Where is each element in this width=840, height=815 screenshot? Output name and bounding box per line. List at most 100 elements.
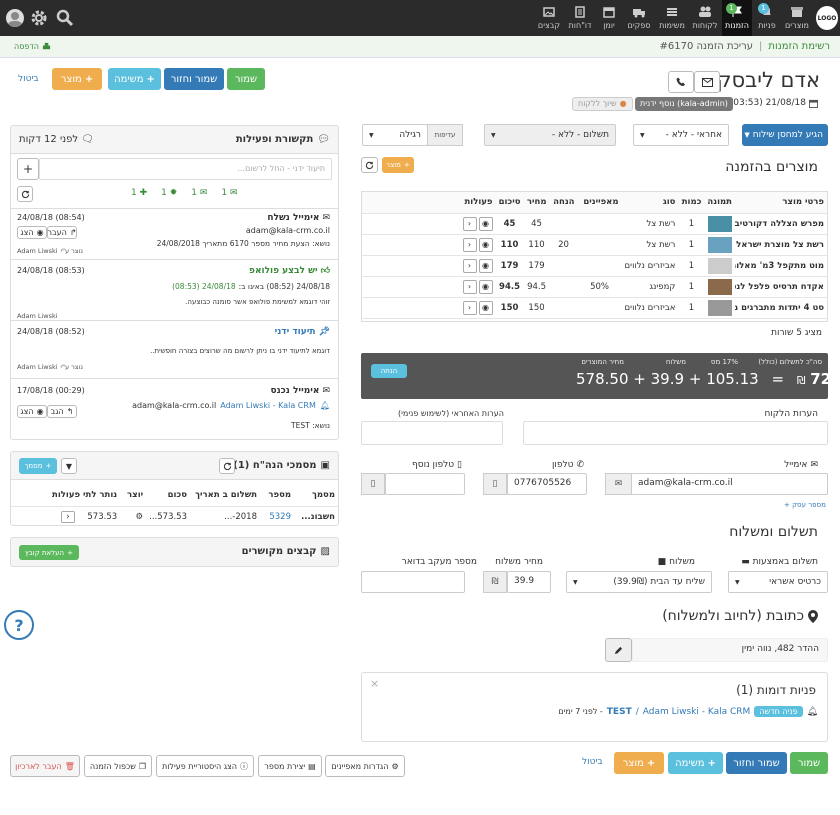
similar-link2[interactable]: TEST	[607, 707, 632, 717]
phone-button[interactable]	[668, 71, 694, 93]
add-business-number-link[interactable]: + מספר עסק	[784, 501, 826, 509]
logo[interactable]: LOGO	[816, 6, 838, 30]
filter-pin[interactable]: 1 ✚	[131, 188, 147, 198]
filter-mail-out[interactable]: 1 ✉	[221, 188, 237, 198]
tracking-input[interactable]	[361, 571, 465, 593]
trash-icon: 🗑︎	[64, 761, 75, 771]
nav-tasks[interactable]: משימות	[656, 0, 688, 36]
view-product-button[interactable]: ◉	[478, 237, 493, 252]
open-product-button[interactable]: ‹	[462, 216, 477, 231]
add-task-button-bottom[interactable]: משימה +	[668, 752, 723, 774]
address-field[interactable]: ההדר 482, נווה ימין	[632, 638, 828, 662]
ship-price-input[interactable]: 39.9	[507, 571, 551, 593]
search-icon[interactable]	[56, 9, 74, 30]
add-document-label: מסמך	[24, 462, 43, 470]
item3-from-link[interactable]: Adam Liwski - Kala CRM	[220, 401, 316, 410]
payment-method-select[interactable]: כרטיס אשראי ▼	[728, 571, 828, 593]
shipping-select[interactable]: שליח עד הבית (39.9₪) ▼	[566, 571, 712, 593]
open-product-button[interactable]: ‹	[462, 237, 477, 252]
refresh-activity-button[interactable]	[17, 186, 33, 202]
show-history-button[interactable]: הצג היסטוריית פעילות ⓘ	[156, 755, 254, 777]
payment-status-select[interactable]: תשלום - ללא - ▼	[484, 124, 616, 146]
breadcrumb-root[interactable]: רשימת הזמנות	[768, 41, 830, 52]
responsible-select[interactable]: אחראי - ללא - ▼	[633, 124, 729, 146]
assign-customer-button[interactable]: שיוך ללקוח ●	[572, 97, 633, 111]
add-note-button[interactable]: +	[17, 158, 39, 180]
archive-button[interactable]: העבר לארכיון 🗑︎	[10, 755, 80, 777]
product-thumbnail[interactable]	[708, 257, 732, 274]
product-thumbnail[interactable]	[708, 215, 732, 232]
manual-note-input[interactable]: תיעוד ידני - החל לרשום...	[39, 158, 332, 180]
add-document-button[interactable]: מסמך +	[19, 458, 57, 474]
close-icon[interactable]: ×	[370, 677, 379, 690]
cancel-link[interactable]: ביטול	[18, 74, 39, 84]
create-number-button[interactable]: יצירת מספר ▤	[258, 755, 322, 777]
product-thumbnail[interactable]	[708, 236, 732, 253]
breadcrumb: רשימת הזמנות | עריכת הזמנה #6170	[660, 41, 831, 52]
reply-button[interactable]: הגב ↰	[47, 405, 77, 418]
help-button[interactable]: ?	[4, 610, 34, 640]
cell-num[interactable]: 5329	[260, 506, 294, 525]
save-back-button-bottom[interactable]: שמור וחזור	[726, 752, 787, 774]
attrs-settings-button[interactable]: הגדרות מאפיינים ⚙	[325, 755, 405, 777]
nav-products[interactable]: מוצרים	[782, 0, 812, 36]
open-product-button[interactable]: ‹	[462, 300, 477, 315]
product-thumbnail[interactable]	[708, 299, 732, 316]
customer-notes-input[interactable]	[523, 421, 828, 445]
view-product-button[interactable]: ◉	[478, 279, 493, 294]
print-link[interactable]: הדפסה	[14, 42, 51, 51]
edit-address-button[interactable]	[605, 638, 632, 662]
filter-mail-in[interactable]: 1 ✉	[191, 188, 207, 198]
customer-notes-label: הערות הלקוח	[764, 409, 818, 419]
filter-gear[interactable]: 1 ✹	[161, 188, 177, 198]
nav-suppliers[interactable]: ספקים	[624, 0, 654, 36]
priority-select[interactable]: רגילה ▼	[362, 124, 428, 146]
prod-label: מחיר המוצרים	[581, 358, 624, 366]
add-product-small-label: מוצר	[386, 161, 401, 169]
add-product-small-button[interactable]: מוצר +	[382, 157, 414, 173]
duplicate-order-button[interactable]: שכפול הזמנה ❐	[84, 755, 152, 777]
internal-notes-input[interactable]	[361, 421, 503, 445]
refresh-products-button[interactable]	[361, 157, 378, 173]
view-product-button[interactable]: ◉	[478, 258, 493, 273]
activity-ago: 🗨︎ לפני 12 דקות	[19, 134, 94, 145]
activity-title-text: תקשורת ופעילות	[235, 134, 314, 145]
cell-product-name: מוט מתקפל 3מ' מאלומיניו...	[735, 255, 827, 277]
view-product-button[interactable]: ◉	[478, 216, 493, 231]
filter-button[interactable]: ▼	[61, 458, 77, 474]
status-dropdown[interactable]: הגיע למחסן שילוח ▼	[742, 124, 828, 146]
add-task-button[interactable]: משימה +	[108, 68, 161, 90]
nav-files[interactable]: קבצים	[534, 0, 564, 36]
status-label: הגיע למחסן שילוח	[752, 130, 823, 140]
open-product-button[interactable]: ‹	[462, 258, 477, 273]
user-avatar[interactable]	[6, 9, 24, 27]
upload-file-button[interactable]: העלאת קובץ +	[19, 545, 79, 560]
cancel-link-bottom[interactable]: ביטול	[582, 757, 603, 767]
add-product-button[interactable]: מוצר +	[52, 68, 102, 90]
row-action-button[interactable]: ‹	[61, 510, 75, 523]
phone2-input[interactable]	[385, 473, 465, 495]
email-input[interactable]: adam@kala-crm.co.il	[631, 473, 828, 495]
view-product-button[interactable]: ◉	[478, 300, 493, 315]
forward-button[interactable]: העבר ↱	[47, 226, 77, 239]
product-thumbnail[interactable]	[708, 278, 732, 295]
phone-input[interactable]: 0776705526	[507, 473, 587, 495]
activity-item-title: ✉ אימייל נשלח	[267, 213, 330, 223]
nav-reports[interactable]: דו"חות	[566, 0, 594, 36]
add-product-button-bottom[interactable]: מוצר +	[614, 752, 664, 774]
accounting-title: ▣ מסמכי הנה"ח (1)	[233, 460, 330, 471]
open-product-button[interactable]: ‹	[462, 279, 477, 294]
discount-button[interactable]: הנחה	[371, 364, 407, 378]
similar-link[interactable]: Adam Liwski - Kala CRM	[643, 707, 751, 717]
gear-icon[interactable]	[30, 9, 48, 30]
save-button[interactable]: שמור	[227, 68, 265, 90]
save-back-button[interactable]: שמור וחזור	[164, 68, 224, 90]
refresh-accounting-button[interactable]	[219, 458, 235, 474]
nav-calendar[interactable]: יומן	[596, 0, 622, 36]
attrs-settings-label: הגדרות מאפיינים	[331, 761, 389, 771]
nav-customers[interactable]: לקוחות	[690, 0, 720, 36]
save-button-bottom[interactable]: שמור	[790, 752, 828, 774]
view-button[interactable]: הצג ◉	[17, 405, 47, 418]
view-button[interactable]: הצג ◉	[17, 226, 47, 239]
email-button[interactable]	[694, 71, 720, 93]
